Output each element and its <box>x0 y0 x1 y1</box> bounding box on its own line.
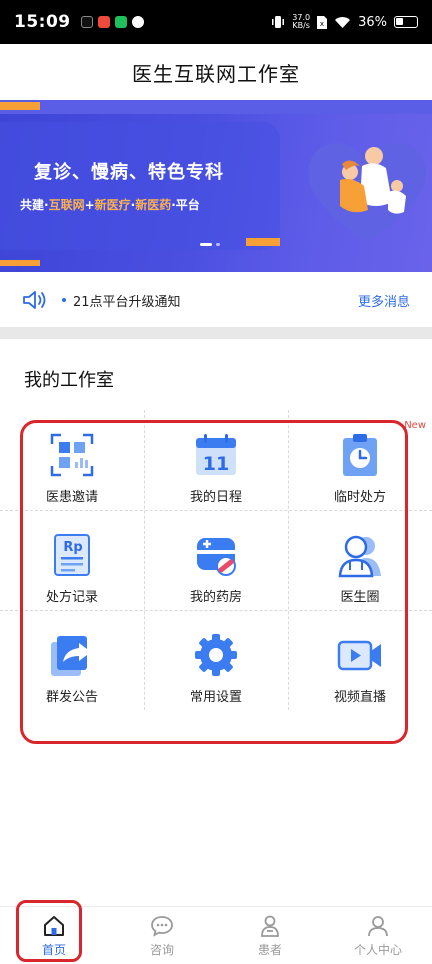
status-bar: 15:09 37.0 KB/s x 36% <box>0 0 432 44</box>
more-messages-link[interactable]: 更多消息 <box>358 291 410 310</box>
app-orange-icon <box>97 16 110 28</box>
banner-dot <box>216 243 220 246</box>
status-time: 15:09 <box>14 12 71 32</box>
nav-label: 首页 <box>41 942 66 957</box>
banner-accent-bar <box>0 102 40 110</box>
banner-title: 复诊、慢病、特色专科 <box>34 162 224 183</box>
battery-icon <box>394 16 418 28</box>
banner-accent-bar <box>0 260 40 266</box>
app-green-icon <box>114 16 127 28</box>
nav-patients[interactable]: 患者 <box>216 907 324 964</box>
gear-icon <box>195 634 237 676</box>
workspace-item-temp-prescription[interactable]: New 临时处方 <box>288 410 432 510</box>
home-icon <box>44 915 64 936</box>
rx-document-icon: Rp <box>54 534 90 576</box>
patient-icon <box>261 915 279 937</box>
clipboard-clock-icon <box>343 434 377 476</box>
svg-text:x: x <box>320 20 324 28</box>
notice-bar[interactable]: 21点平台升级通知 更多消息 <box>0 280 432 320</box>
workspace-item-patient-invite[interactable]: 医患邀请 <box>0 410 144 510</box>
banner-dot-active <box>200 243 212 246</box>
workspace-item-broadcast[interactable]: 群发公告 <box>0 610 144 710</box>
banner-subtitle: 共建·互联网+新医疗·新医药·平台 <box>20 198 200 212</box>
qr-invite-icon <box>50 433 94 477</box>
family-heart-illustration <box>308 142 426 242</box>
banner-pagination <box>200 243 220 246</box>
battery-percent: 36% <box>358 14 387 30</box>
app-header: 医生互联网工作室 <box>0 44 432 100</box>
workspace-item-pharmacy[interactable]: 我的药房 <box>144 510 288 610</box>
nav-label: 个人中心 <box>353 942 402 957</box>
tiktok-icon <box>80 16 93 28</box>
item-label: 视频直播 <box>333 690 386 705</box>
item-label: 我的日程 <box>189 490 242 505</box>
speaker-icon <box>23 291 46 309</box>
net-speed: 37.0 KB/s <box>292 13 311 30</box>
banner-accent-bar <box>246 238 280 246</box>
workspace-item-live-video[interactable]: 视频直播 <box>288 610 432 710</box>
item-label: 临时处方 <box>333 490 386 505</box>
item-label: 医患邀请 <box>45 490 98 505</box>
workspace-grid: 医患邀请 11 我的日程 New 临时处方 Rp 处方记录 我的药房 医生圈 群… <box>0 410 432 710</box>
status-app-icons <box>80 16 144 28</box>
nav-home[interactable]: 首页 <box>0 907 108 964</box>
banner-decoration <box>0 100 432 114</box>
share-announce-icon <box>51 636 91 676</box>
notice-bullet <box>62 298 66 302</box>
item-label: 我的药房 <box>189 590 242 605</box>
new-badge: New <box>404 420 426 431</box>
page-title: 医生互联网工作室 <box>132 61 300 86</box>
workspace-item-schedule[interactable]: 11 我的日程 <box>144 410 288 510</box>
nav-profile[interactable]: 个人中心 <box>324 907 432 964</box>
pharmacy-icon <box>197 538 236 576</box>
wifi-icon <box>335 16 351 28</box>
workspace-item-prescription-record[interactable]: Rp 处方记录 <box>0 510 144 610</box>
video-camera-icon <box>337 640 381 671</box>
banner-panel <box>0 122 280 250</box>
doctor-circle-icon <box>338 535 381 578</box>
notice-text: 21点平台升级通知 <box>73 294 181 310</box>
sim-icon: x <box>317 15 328 29</box>
workspace-title: 我的工作室 <box>24 370 114 391</box>
item-label: 处方记录 <box>45 590 98 605</box>
section-divider <box>0 327 432 339</box>
bottom-nav: 首页 咨询 患者 个人中心 <box>0 906 432 964</box>
item-label: 群发公告 <box>45 690 98 705</box>
svg-text:Rp: Rp <box>63 540 82 555</box>
workspace-item-settings[interactable]: 常用设置 <box>144 610 288 710</box>
nav-label: 患者 <box>257 942 282 957</box>
notice-item[interactable]: 21点平台升级通知 <box>62 291 181 310</box>
svg-text:11: 11 <box>203 453 229 475</box>
nav-label: 咨询 <box>149 942 174 957</box>
nav-consult[interactable]: 咨询 <box>108 907 216 964</box>
app-sync-icon <box>131 16 144 28</box>
item-label: 常用设置 <box>189 690 242 705</box>
chat-icon <box>151 915 173 937</box>
vibrate-icon <box>272 16 285 28</box>
item-label: 医生圈 <box>340 590 380 605</box>
workspace-item-doctor-circle[interactable]: 医生圈 <box>288 510 432 610</box>
calendar-icon: 11 <box>196 434 236 475</box>
promo-banner[interactable]: 复诊、慢病、特色专科 共建·互联网+新医疗·新医药·平台 <box>0 100 432 272</box>
profile-icon <box>368 915 388 936</box>
